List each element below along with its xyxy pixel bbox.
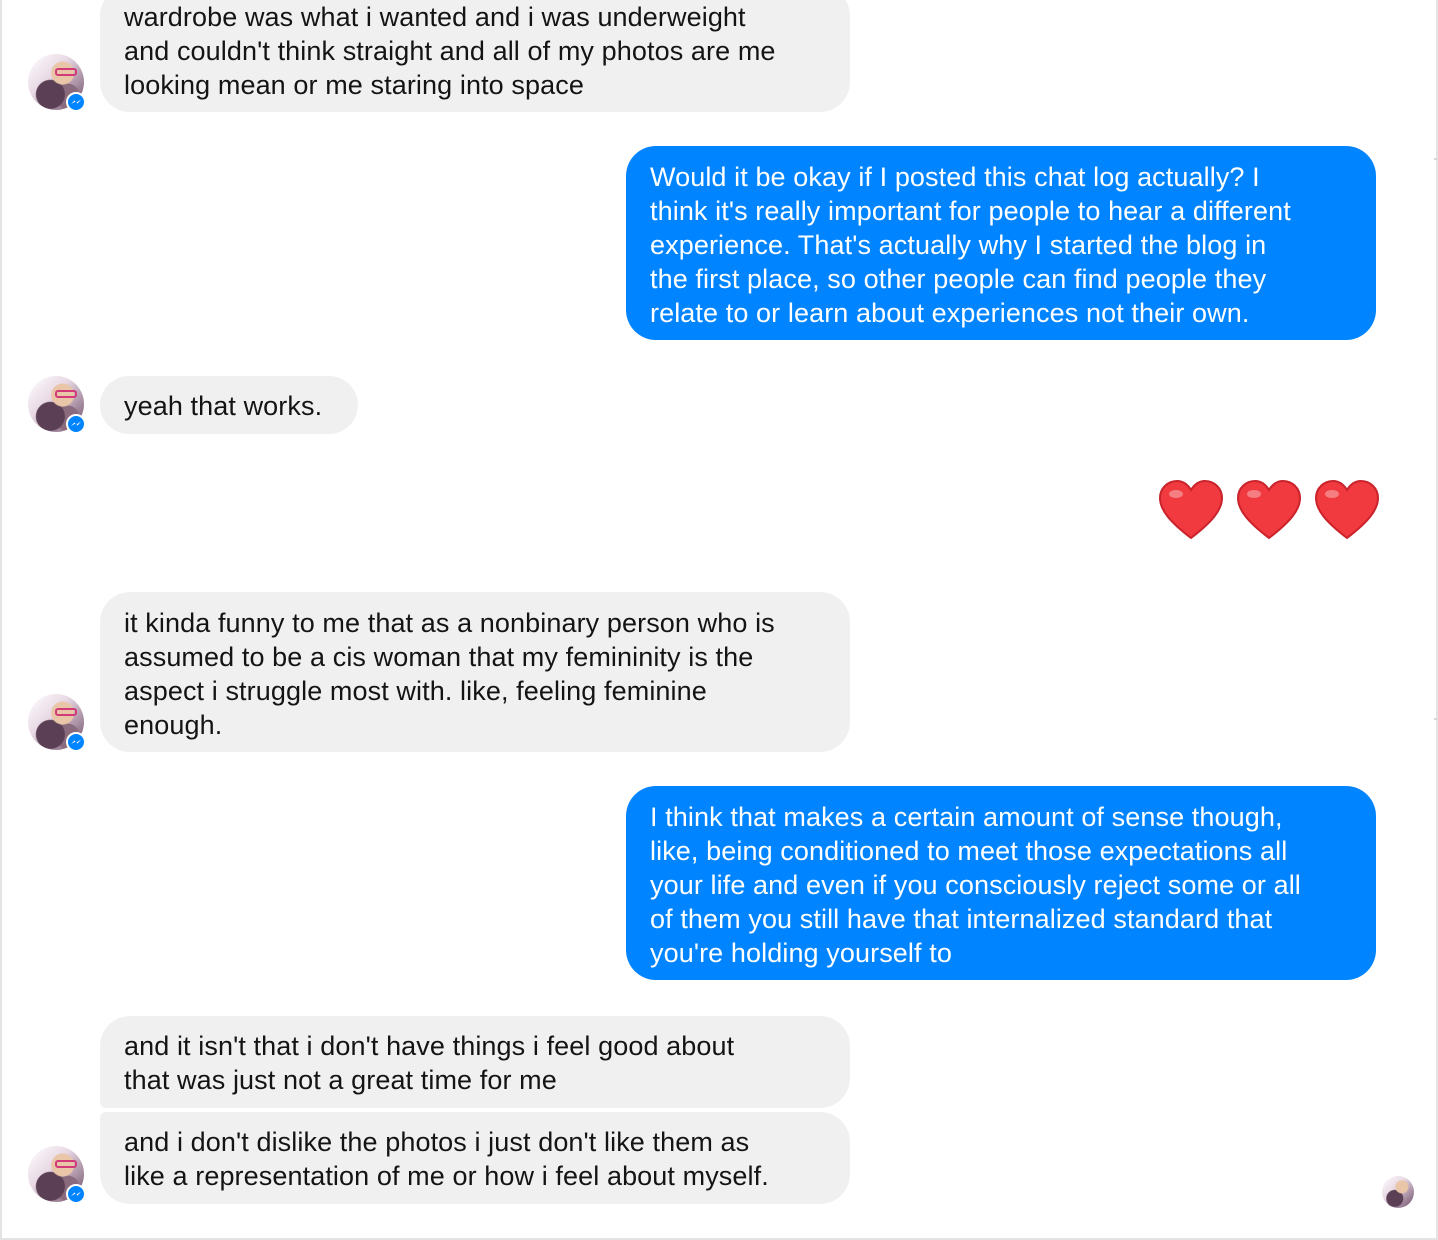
avatar-glasses-detail — [55, 1160, 77, 1168]
profile-avatar[interactable] — [28, 1146, 86, 1204]
message-line: Would it be okay if I posted this chat l… — [650, 162, 1260, 192]
red-heart-emoji — [1236, 480, 1302, 540]
red-heart-emoji — [1158, 480, 1224, 540]
message-line: and it isn't that i don't have things i … — [124, 1031, 735, 1061]
message-line: yeah that works. — [124, 391, 323, 421]
messenger-badge-icon — [66, 414, 86, 434]
profile-avatar[interactable] — [28, 376, 86, 434]
scrollbar-tick — [1434, 158, 1438, 160]
outgoing-message-bubble[interactable]: I think that makes a certain amount of s… — [626, 786, 1376, 980]
incoming-message-bubble[interactable]: and it isn't that i don't have things i … — [100, 1016, 850, 1108]
message-line: it kinda funny to me that as a nonbinary… — [124, 608, 775, 638]
incoming-message-bubble[interactable]: it kinda funny to me that as a nonbinary… — [100, 592, 850, 752]
message-line: I think that makes a certain amount of s… — [650, 802, 1283, 832]
avatar-glasses-detail — [55, 68, 77, 76]
message-line: and i don't dislike the photos i just do… — [124, 1127, 750, 1157]
outgoing-message-bubble[interactable]: Would it be okay if I posted this chat l… — [626, 146, 1376, 340]
incoming-message-bubble[interactable]: and i don't dislike the photos i just do… — [100, 1112, 850, 1204]
message-line: aspect i struggle most with. like, feeli… — [124, 676, 707, 706]
profile-avatar[interactable] — [28, 54, 86, 112]
incoming-message-bubble[interactable]: wardrobe was what i wanted and i was und… — [100, 0, 850, 112]
message-line: of them you still have that internalized… — [650, 904, 1273, 934]
message-line: think it's really important for people t… — [650, 196, 1291, 226]
heart-emoji-message[interactable] — [1158, 480, 1380, 540]
red-heart-emoji — [1314, 480, 1380, 540]
message-line: the first place, so other people can fin… — [650, 264, 1267, 294]
message-line: relate to or learn about experiences not… — [650, 298, 1250, 328]
message-line: you're holding yourself to — [650, 938, 952, 968]
seen-avatar — [1382, 1176, 1414, 1208]
chat-window: wardrobe was what i wanted and i was und… — [0, 0, 1438, 1240]
profile-avatar[interactable] — [28, 694, 86, 752]
message-line: like a representation of me or how i fee… — [124, 1161, 769, 1191]
message-line: looking mean or me staring into space — [124, 70, 584, 100]
message-line: enough. — [124, 710, 223, 740]
scrollbar-tick — [1434, 718, 1438, 720]
messenger-badge-icon — [66, 92, 86, 112]
messenger-badge-icon — [66, 732, 86, 752]
message-line: wardrobe was what i wanted and i was und… — [124, 2, 746, 32]
message-line: experience. That's actually why I starte… — [650, 230, 1267, 260]
message-line: assumed to be a cis woman that my femini… — [124, 642, 754, 672]
messenger-badge-icon — [66, 1184, 86, 1204]
message-line: like, being conditioned to meet those ex… — [650, 836, 1288, 866]
message-line: that was just not a great time for me — [124, 1065, 557, 1095]
avatar-glasses-detail — [55, 390, 77, 398]
incoming-message-bubble[interactable]: yeah that works. — [100, 376, 358, 434]
avatar-glasses-detail — [55, 708, 77, 716]
message-line: your life and even if you consciously re… — [650, 870, 1301, 900]
message-line: and couldn't think straight and all of m… — [124, 36, 776, 66]
